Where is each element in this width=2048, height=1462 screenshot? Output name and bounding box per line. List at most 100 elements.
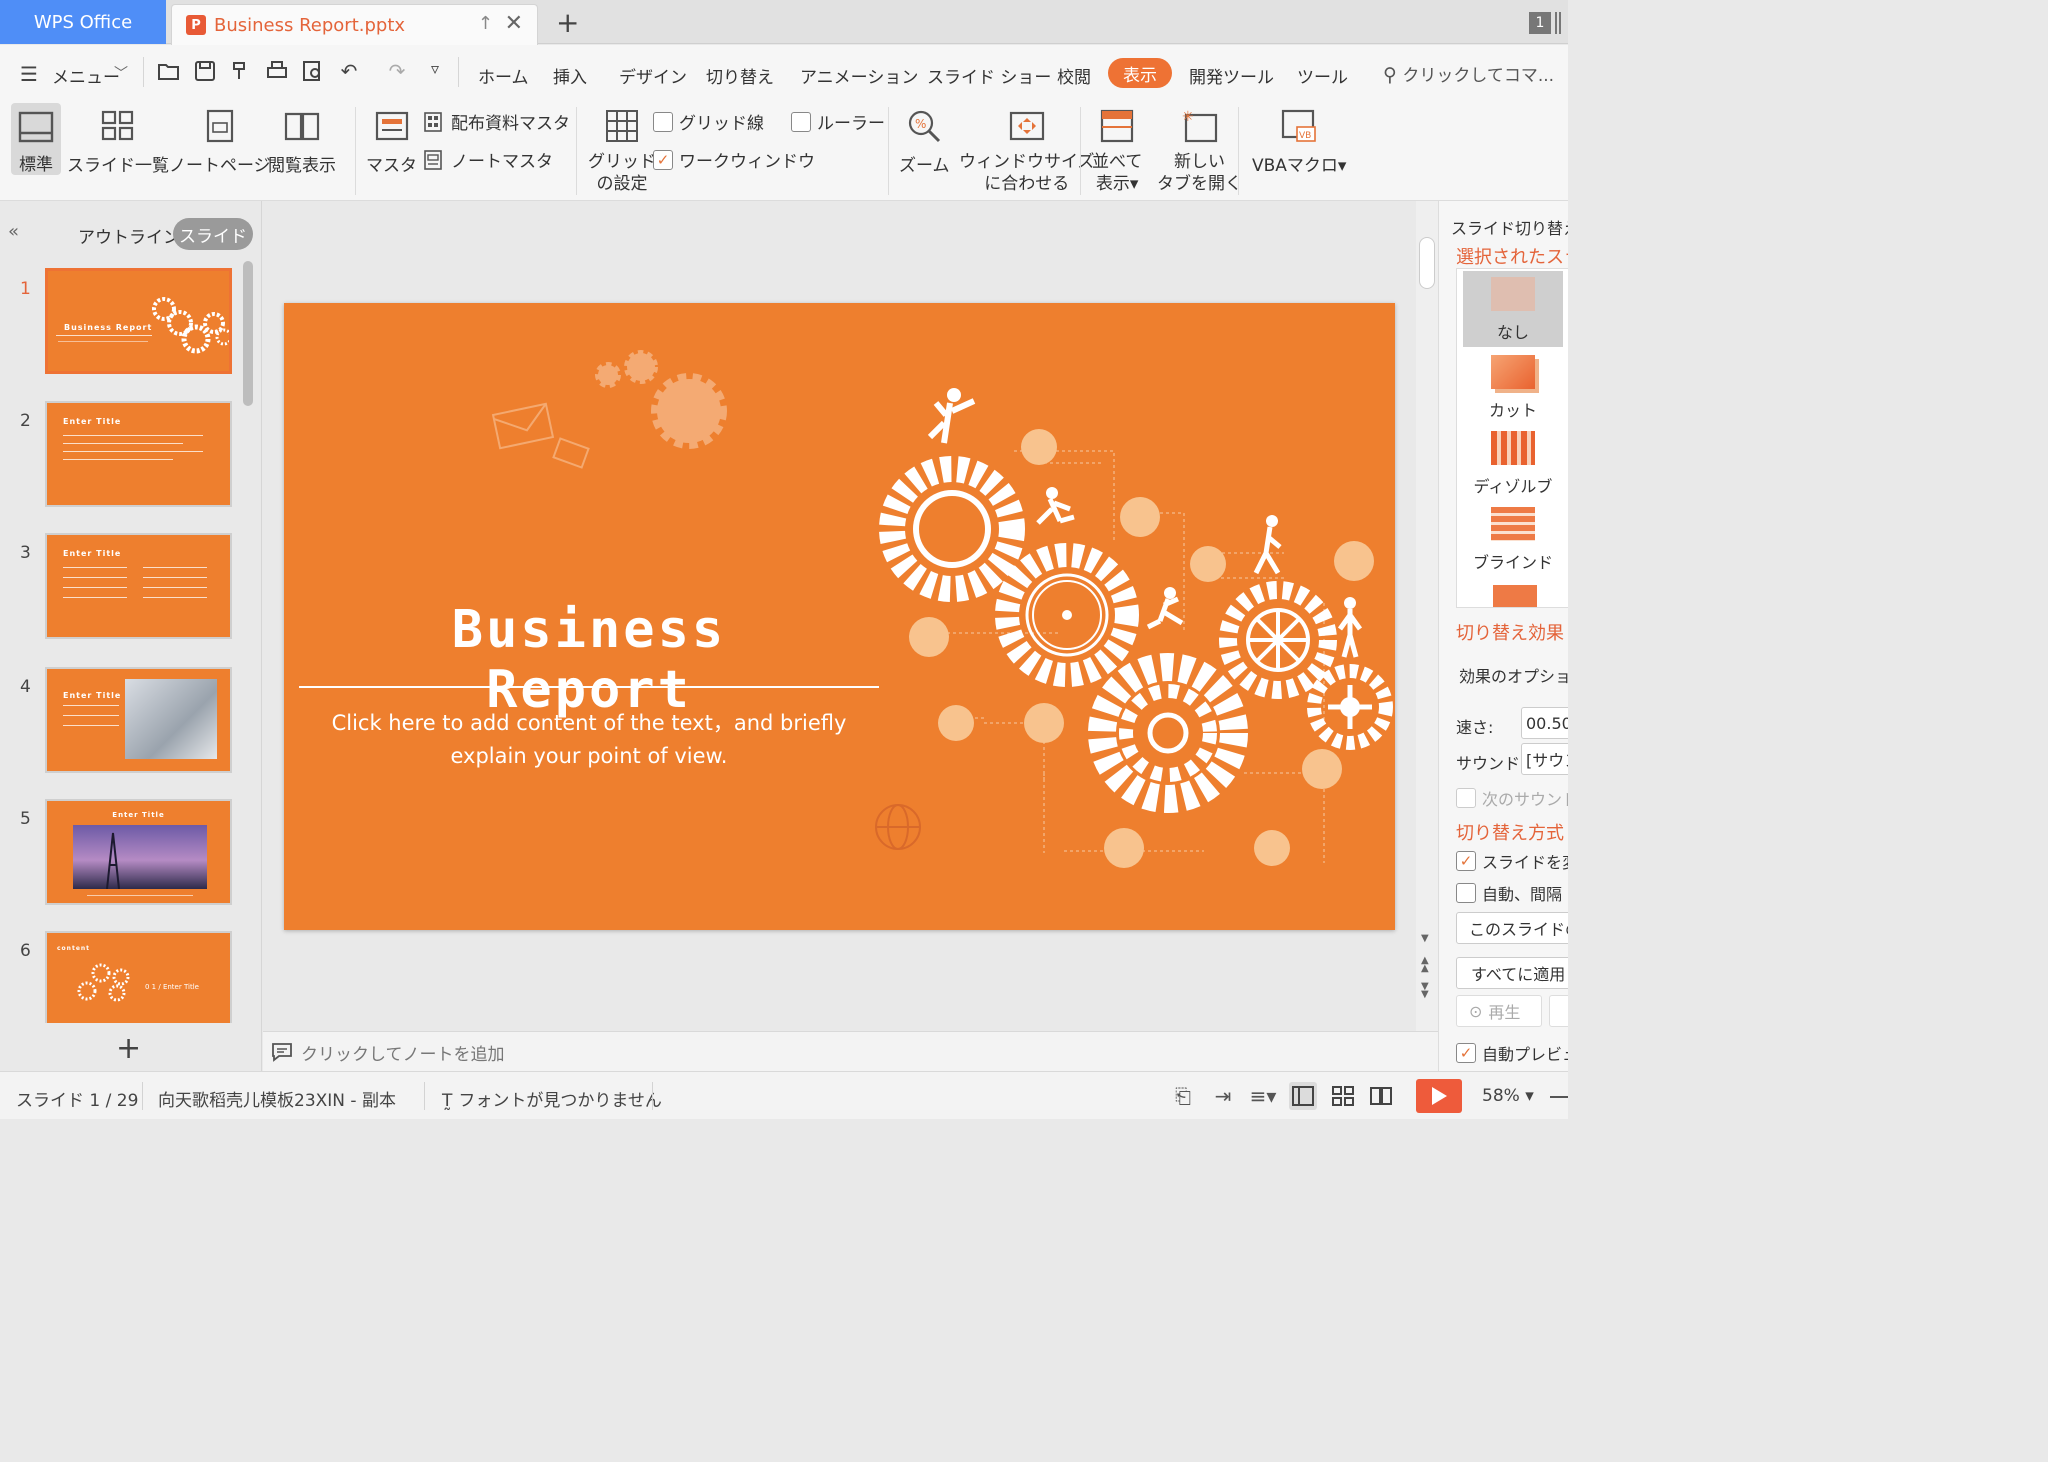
- zoom-level[interactable]: 58% ▾: [1482, 1086, 1534, 1106]
- play-preview-button[interactable]: ⊙ 再生: [1456, 995, 1542, 1027]
- tab-transitions[interactable]: 切り替え: [706, 63, 774, 88]
- save-icon[interactable]: [192, 59, 218, 85]
- notes-master-button[interactable]: ノートマスタ: [423, 147, 553, 172]
- reading-view-button[interactable]: 閲覧表示: [268, 105, 336, 176]
- slide-thumbnail-1[interactable]: Business Report: [45, 268, 232, 374]
- notes-toggle-icon[interactable]: ≡▾: [1246, 1082, 1280, 1110]
- window-count-badge[interactable]: 1: [1529, 12, 1551, 34]
- tab-review[interactable]: 校閲: [1057, 63, 1091, 88]
- effect-options-button[interactable]: 効果のオプション: [1459, 663, 1568, 687]
- transition-blinds[interactable]: ブラインド: [1463, 501, 1563, 577]
- hamburger-icon[interactable]: ☰: [20, 62, 38, 86]
- canvas-scrollbar[interactable]: ▼ ▲ ▲ ▼ ▼: [1416, 201, 1438, 1031]
- open-folder-icon[interactable]: [156, 59, 182, 85]
- thumbnail-scrollbar[interactable]: [243, 261, 253, 406]
- undo-icon[interactable]: ↶: [336, 59, 362, 85]
- slide-thumbnail-5[interactable]: Enter Title: [45, 799, 232, 905]
- transition-none[interactable]: なし: [1463, 271, 1563, 347]
- command-search[interactable]: ⚲ クリックしてコマ...: [1383, 61, 1554, 86]
- sound-select[interactable]: [サウンドなし]: [1521, 743, 1568, 775]
- close-tab-icon[interactable]: ✕: [505, 11, 523, 36]
- speed-input[interactable]: 00.50: [1521, 707, 1568, 739]
- slide-thumbnail-2[interactable]: Enter Title: [45, 401, 232, 507]
- new-tab-button[interactable]: +: [556, 6, 579, 39]
- next-sound-checkbox[interactable]: 次のサウンド: [1456, 786, 1568, 810]
- pin-up-icon[interactable]: ↑: [478, 13, 493, 34]
- notes-pane[interactable]: クリックしてノートを追加: [263, 1031, 1438, 1071]
- tab-insert[interactable]: 挿入: [553, 63, 587, 88]
- reading-view-status-icon[interactable]: [1367, 1082, 1395, 1110]
- transition-more-thumb[interactable]: [1493, 585, 1537, 607]
- tab-developer[interactable]: 開発ツール: [1189, 63, 1274, 88]
- zoom-icon: %: [903, 105, 945, 147]
- zoom-button[interactable]: % ズーム: [899, 105, 950, 176]
- notes-page-button[interactable]: ノートページ: [169, 105, 271, 176]
- tab-wps-office[interactable]: WPS Office: [0, 0, 166, 44]
- current-slide[interactable]: Business Report Click here to add conten…: [284, 303, 1395, 930]
- auto-advance-checkbox[interactable]: 自動、間隔: [1456, 881, 1562, 905]
- collapse-pane-icon[interactable]: «: [8, 221, 19, 242]
- fit-to-window-button[interactable]: ウィンドウサイズ に合わせる: [959, 105, 1095, 195]
- redo-icon[interactable]: ↷: [384, 59, 410, 85]
- apply-all-button[interactable]: すべてに適用: [1456, 957, 1568, 989]
- slide-thumbnail-3[interactable]: Enter Title: [45, 533, 232, 639]
- ruler-checkbox[interactable]: ルーラー: [791, 109, 885, 134]
- tab-slideshow[interactable]: スライド ショー: [927, 63, 1051, 88]
- auto-preview-checkbox[interactable]: ✓自動プレビュー: [1456, 1041, 1568, 1065]
- slide-title[interactable]: Business Report: [379, 600, 799, 720]
- chevron-down-icon[interactable]: ﹀: [114, 63, 128, 83]
- customize-toolbar-icon[interactable]: ▿: [422, 59, 448, 85]
- transition-dissolve[interactable]: ディゾルブ: [1463, 425, 1563, 501]
- scrollbar-thumb[interactable]: [1419, 237, 1435, 289]
- slide-sorter-status-icon[interactable]: [1329, 1082, 1357, 1110]
- previous-slide-icon[interactable]: ▲ ▲: [1421, 956, 1429, 974]
- tab-view[interactable]: 表示: [1108, 58, 1172, 88]
- slideshow-preview-button[interactable]: [1549, 995, 1568, 1027]
- tab-tools[interactable]: ツール: [1297, 63, 1348, 88]
- normal-view-status-icon[interactable]: [1289, 1082, 1317, 1110]
- slide-sorter-button[interactable]: スライド一覧: [67, 105, 169, 176]
- slide-subtitle[interactable]: Click here to add content of the text，an…: [304, 707, 874, 773]
- tab-bar: WPS Office P Business Report.pptx ↑ ✕ + …: [0, 0, 1568, 45]
- protect-icon[interactable]: ⎗: [1169, 1082, 1197, 1110]
- missing-font-status[interactable]: T̰ フォントが見つかりません: [442, 1086, 662, 1111]
- add-slide-button[interactable]: +: [116, 1031, 141, 1066]
- handout-master-button[interactable]: 配布資料マスタ: [423, 109, 570, 134]
- check-icon: ✓: [1456, 1043, 1476, 1063]
- slide-thumbnail-4[interactable]: Enter Title: [45, 667, 232, 773]
- divider: [576, 107, 577, 195]
- grid-settings-button[interactable]: グリッド の設定: [588, 105, 656, 195]
- tab-design[interactable]: デザイン: [619, 63, 687, 88]
- zoom-out-icon[interactable]: [1550, 1096, 1568, 1098]
- export-icon[interactable]: ⇥: [1209, 1082, 1237, 1110]
- fit-window-icon: [1006, 105, 1048, 147]
- print-preview-icon[interactable]: [300, 59, 326, 85]
- slide-thumbnail-6[interactable]: content 0 1 / Enter Title: [45, 931, 232, 1023]
- normal-view-button[interactable]: 標準: [11, 103, 61, 175]
- print-icon[interactable]: [264, 59, 290, 85]
- format-painter-icon[interactable]: [228, 59, 254, 85]
- apply-this-slide-button[interactable]: このスライドのリ: [1456, 912, 1568, 944]
- template-name[interactable]: 向天歌稻壳儿模板23XIN - 副本: [158, 1086, 396, 1111]
- on-click-checkbox[interactable]: ✓スライドを変更: [1456, 849, 1568, 873]
- slide-master-button[interactable]: マスタ: [366, 105, 417, 176]
- next-slide-icon[interactable]: ▼ ▼: [1421, 982, 1429, 1000]
- tab-outline[interactable]: アウトライン: [78, 223, 180, 248]
- vba-macro-button[interactable]: VB VBAマクロ▾: [1252, 105, 1346, 176]
- window-list-icon[interactable]: [1555, 12, 1561, 34]
- new-tab-open-button[interactable]: ✳ 新しい タブを開く: [1157, 105, 1242, 195]
- tab-animation[interactable]: アニメーション: [800, 63, 918, 88]
- scroll-down-icon[interactable]: ▼: [1421, 933, 1429, 944]
- play-slideshow-button[interactable]: [1416, 1079, 1462, 1113]
- thumbnail-title: content: [57, 945, 91, 952]
- tab-home[interactable]: ホーム: [478, 63, 529, 88]
- transition-gallery: なし カット ディゾルブ ブラインド: [1456, 268, 1568, 608]
- tab-slides[interactable]: スライド: [173, 218, 253, 250]
- slide-sorter-label: スライド一覧: [67, 156, 169, 176]
- task-window-checkbox[interactable]: ✓ ワークウィンドウ: [653, 147, 815, 172]
- gridlines-checkbox[interactable]: グリッド線: [653, 109, 764, 134]
- main-menu-button[interactable]: メニュー: [52, 63, 120, 88]
- tab-document[interactable]: P Business Report.pptx ↑ ✕: [171, 4, 538, 45]
- arrange-all-button[interactable]: 並べて 表示▾: [1092, 105, 1142, 195]
- transition-cut[interactable]: カット: [1463, 349, 1563, 425]
